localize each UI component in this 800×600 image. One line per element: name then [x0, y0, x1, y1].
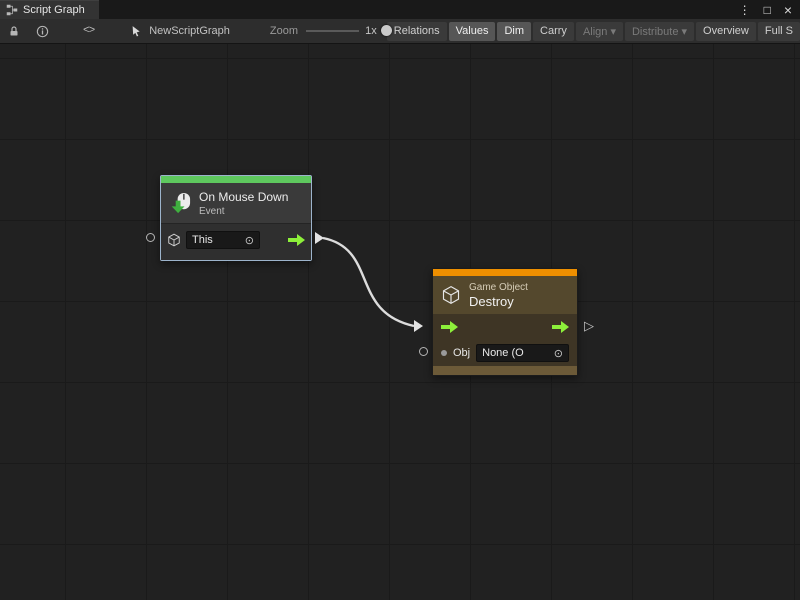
event-node-body: This ⊙: [161, 223, 311, 260]
graph-toolbar: <> NewScriptGraph Zoom 1x Relations Valu…: [0, 19, 800, 44]
event-node-header[interactable]: On Mouse Down Event: [161, 183, 311, 223]
distribute-dropdown[interactable]: Distribute ▾: [625, 22, 694, 41]
object-picker-icon[interactable]: ⊙: [554, 347, 563, 360]
zoom-slider-track[interactable]: [306, 30, 359, 32]
tab-title: Script Graph: [23, 4, 85, 16]
carry-button[interactable]: Carry: [533, 22, 574, 41]
flow-output-port[interactable]: [552, 321, 569, 333]
tab-script-graph[interactable]: Script Graph: [0, 0, 99, 19]
zoom-value: 1x: [365, 25, 377, 37]
window-menu-button[interactable]: ⋮: [739, 4, 751, 16]
values-button[interactable]: Values: [449, 22, 496, 41]
destroy-flow-row: [433, 314, 577, 340]
info-button[interactable]: [33, 22, 52, 41]
obj-object-field[interactable]: None (O ⊙: [476, 344, 569, 362]
event-node-subtitle: Event: [199, 206, 288, 217]
destroy-node-header[interactable]: Game Object Destroy: [433, 276, 577, 314]
destroy-obj-port-circle[interactable]: [419, 347, 428, 356]
obj-input-dot[interactable]: [441, 350, 447, 356]
target-field-value: This: [192, 234, 213, 246]
target-picker-icon[interactable]: ⊙: [245, 234, 254, 247]
maximize-button[interactable]: □: [764, 4, 771, 16]
fullscreen-button[interactable]: Full S: [758, 22, 800, 41]
destroy-output-trigger-triangle[interactable]: ▷: [584, 319, 594, 333]
code-view-button[interactable]: <>: [80, 22, 97, 41]
event-output-trigger-arrow[interactable]: [315, 232, 324, 244]
zoom-slider[interactable]: [306, 24, 359, 38]
cube-icon: [167, 233, 181, 247]
zoom-label: Zoom: [270, 25, 298, 37]
align-dropdown[interactable]: Align ▾: [576, 22, 623, 41]
obj-param-label: Obj: [453, 347, 470, 359]
flow-input-port[interactable]: [441, 321, 458, 333]
overview-button[interactable]: Overview: [696, 22, 756, 41]
window-controls: ⋮ □ ×: [739, 0, 800, 19]
event-node-accent-strip: [161, 176, 311, 183]
wire-layer: [0, 44, 800, 600]
destroy-node-supertitle: Game Object: [469, 282, 528, 293]
destroy-node-accent-strip: [433, 269, 577, 276]
node-on-mouse-down[interactable]: On Mouse Down Event This ⊙: [160, 175, 312, 261]
mouse-down-icon: [169, 192, 192, 215]
toolbar-buttons: Relations Values Dim Carry Align ▾ Distr…: [387, 22, 800, 41]
event-node-title: On Mouse Down: [199, 190, 288, 204]
destroy-node-title: Destroy: [469, 294, 528, 309]
relations-button[interactable]: Relations: [387, 22, 447, 41]
wire-arrowhead: [414, 320, 423, 332]
target-field[interactable]: This ⊙: [186, 231, 260, 249]
graph-asset-selector[interactable]: NewScriptGraph: [131, 25, 230, 37]
graph-asset-icon: [131, 25, 144, 37]
close-button[interactable]: ×: [784, 3, 792, 17]
flow-output-port[interactable]: [288, 234, 305, 246]
obj-object-field-value: None (O: [482, 347, 524, 359]
script-graph-window: Script Graph ⋮ □ × <>: [0, 0, 800, 600]
graph-canvas[interactable]: On Mouse Down Event This ⊙: [0, 44, 800, 600]
zoom-slider-handle[interactable]: [381, 25, 392, 36]
destroy-node-footer: [433, 366, 577, 375]
tab-bar: Script Graph ⋮ □ ×: [0, 0, 800, 19]
node-destroy[interactable]: Game Object Destroy Obj None (O ⊙: [432, 268, 578, 376]
lock-button[interactable]: [5, 22, 23, 41]
destroy-obj-row: Obj None (O ⊙: [433, 340, 577, 366]
graph-name-label: NewScriptGraph: [149, 25, 230, 37]
connection-wire[interactable]: [323, 238, 414, 326]
dim-button[interactable]: Dim: [497, 22, 531, 41]
event-input-port-circle[interactable]: [146, 233, 155, 242]
game-object-cube-icon: [441, 285, 461, 305]
script-graph-icon: [6, 4, 18, 16]
